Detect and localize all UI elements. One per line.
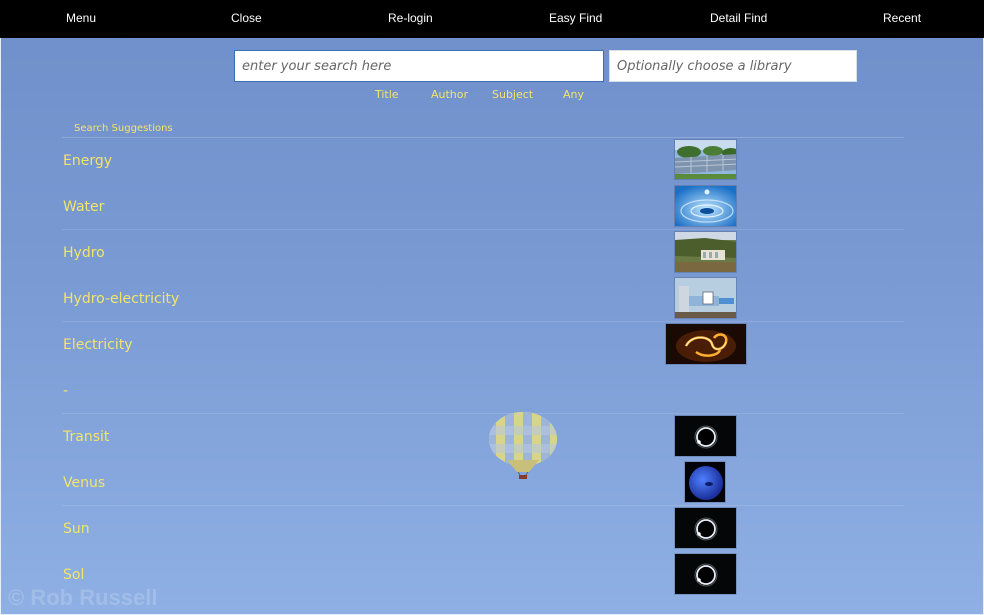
solar-panels-image[interactable] (674, 139, 737, 180)
hydro-plant-diagram-image[interactable] (674, 277, 737, 319)
menu-button[interactable]: Menu (66, 11, 96, 25)
filter-subject[interactable]: Subject (492, 88, 533, 101)
water-drop-image[interactable] (674, 185, 737, 227)
divider (62, 505, 904, 506)
suggestion-transit[interactable]: Transit (63, 429, 109, 445)
divider (62, 413, 904, 414)
recent-button[interactable]: Recent (883, 11, 921, 25)
solar-eclipse-image[interactable] (674, 553, 737, 595)
divider (62, 321, 904, 322)
detail-find-button[interactable]: Detail Find (710, 11, 767, 25)
suggestion-water[interactable]: Water (63, 199, 104, 215)
filter-author[interactable]: Author (431, 88, 468, 101)
suggestion-venus[interactable]: Venus (63, 475, 105, 491)
suggestion-hydro[interactable]: Hydro (63, 245, 105, 261)
hot-air-balloon-image (489, 412, 557, 479)
blue-planet-image[interactable] (684, 461, 726, 503)
suggestion-sun[interactable]: Sun (63, 521, 90, 537)
relogin-button[interactable]: Re-login (388, 11, 433, 25)
easy-find-button[interactable]: Easy Find (549, 11, 602, 25)
filter-any[interactable]: Any (563, 88, 584, 101)
library-field[interactable] (609, 50, 857, 82)
suggestion-sol[interactable]: Sol (63, 567, 84, 583)
search-input[interactable] (234, 50, 604, 82)
hydro-dam-image[interactable] (674, 231, 737, 273)
divider (62, 137, 904, 138)
solar-eclipse-image[interactable] (674, 415, 737, 457)
suggestion-dash[interactable]: - (63, 383, 68, 399)
divider (62, 229, 904, 230)
suggestion-hydro-electricity[interactable]: Hydro-electricity (63, 291, 179, 307)
electric-light-image[interactable] (665, 323, 747, 365)
solar-eclipse-image[interactable] (674, 507, 737, 549)
filter-title[interactable]: Title (375, 88, 399, 101)
close-button[interactable]: Close (231, 11, 262, 25)
suggestion-energy[interactable]: Energy (63, 153, 112, 169)
suggestion-electricity[interactable]: Electricity (63, 337, 133, 353)
watermark: © Rob Russell (8, 585, 158, 610)
top-nav-bar: Menu Close Re-login Easy Find Detail Fin… (0, 0, 984, 38)
suggestions-heading: Search Suggestions (74, 123, 173, 134)
